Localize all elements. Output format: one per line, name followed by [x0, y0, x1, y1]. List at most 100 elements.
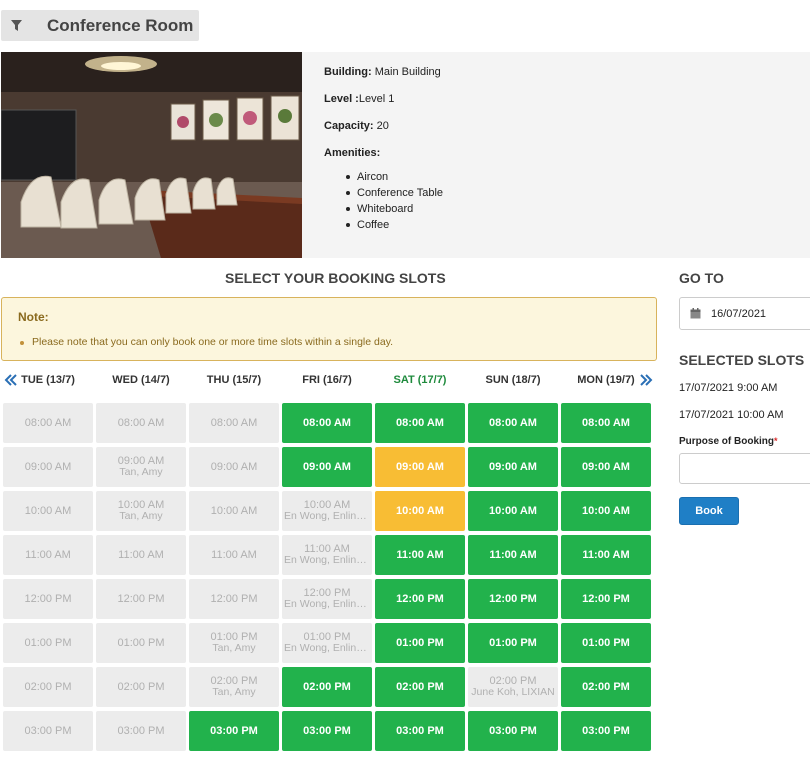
slot-time: 10:00 AM	[396, 504, 444, 517]
building-value: Main Building	[374, 66, 441, 78]
time-slot: 09:00 AM	[3, 447, 93, 487]
time-slot: 12:00 PM	[189, 579, 279, 619]
time-slot[interactable]: 03:00 PM	[561, 711, 651, 751]
slot-booked-by: En Wong, Enling...	[284, 511, 370, 522]
filter-icon[interactable]	[1, 10, 31, 41]
slot-booked-by: En Wong, Enling...	[284, 599, 370, 610]
time-slot[interactable]: 11:00 AM	[375, 535, 465, 575]
time-slot[interactable]: 03:00 PM	[282, 711, 372, 751]
slot-time: 12:00 PM	[24, 592, 72, 605]
slot-time: 09:00 AM	[303, 460, 351, 473]
time-slot[interactable]: 08:00 AM	[282, 403, 372, 443]
amenity-item: Aircon	[346, 169, 810, 185]
time-slot[interactable]: 03:00 PM	[375, 711, 465, 751]
slot-time: 08:00 AM	[24, 416, 72, 429]
time-slot[interactable]: 12:00 PM	[468, 579, 558, 619]
time-slot[interactable]: 10:00 AM	[561, 491, 651, 531]
book-button[interactable]: Book	[679, 497, 739, 525]
slot-time: 12:00 PM	[210, 592, 258, 605]
time-slot: 03:00 PM	[3, 711, 93, 751]
amenity-item: Coffee	[346, 217, 810, 233]
day-header: FRI (16/7)	[302, 374, 352, 386]
slot-time: 09:00 AM	[489, 460, 537, 473]
time-slot[interactable]: 02:00 PM	[282, 667, 372, 707]
slot-time: 02:00 PM	[303, 680, 351, 693]
slot-time: 02:00 PM	[24, 680, 72, 693]
slot-time: 10:00 AM	[24, 504, 72, 517]
time-slot: 11:00 AM En Wong, Enling...	[282, 535, 372, 575]
time-slot[interactable]: 09:00 AM	[282, 447, 372, 487]
slot-time: 08:00 AM	[489, 416, 537, 429]
day-header: TUE (13/7)	[21, 374, 75, 386]
slot-time: 09:00 AM	[24, 460, 72, 473]
slot-time: 02:00 PM	[117, 680, 165, 693]
time-slot: 02:00 PM June Koh, LIXIAN	[468, 667, 558, 707]
slot-time: 01:00 PM	[396, 636, 444, 649]
slot-time: 01:00 PM	[117, 636, 165, 649]
time-slot[interactable]: 01:00 PM	[375, 623, 465, 663]
slot-booked-by: Tan, Amy	[212, 687, 256, 698]
purpose-input[interactable]	[679, 453, 810, 484]
slot-time: 11:00 AM	[396, 548, 444, 561]
slot-time: 10:00 AM	[582, 504, 630, 517]
required-marker: *	[774, 436, 778, 446]
time-slot[interactable]: 03:00 PM	[468, 711, 558, 751]
capacity-value: 20	[376, 120, 389, 132]
slot-booked-by: Tan, Amy	[119, 467, 163, 478]
slot-booked-by: En Wong, Enling...	[284, 555, 370, 566]
purpose-label: Purpose of Booking*	[679, 436, 778, 447]
time-slot[interactable]: 08:00 AM	[375, 403, 465, 443]
slot-time: 03:00 PM	[303, 724, 351, 737]
time-slot[interactable]: 08:00 AM	[468, 403, 558, 443]
room-tab[interactable]: Conference Room	[1, 10, 199, 41]
time-slot[interactable]: 08:00 AM	[561, 403, 651, 443]
time-slot[interactable]: 09:00 AM	[375, 447, 465, 487]
level-row: Level :Level 1	[324, 93, 395, 105]
time-slot[interactable]: 02:00 PM	[561, 667, 651, 707]
time-slot: 10:00 AM Tan, Amy	[96, 491, 186, 531]
slot-time: 08:00 AM	[117, 416, 165, 429]
time-slot: 10:00 AM	[189, 491, 279, 531]
goto-date-value: 16/07/2021	[711, 307, 767, 320]
slot-time: 01:00 PM	[489, 636, 537, 649]
time-slot[interactable]: 11:00 AM	[468, 535, 558, 575]
slot-time: 03:00 PM	[582, 724, 630, 737]
slot-time: 10:00 AM	[117, 499, 165, 511]
time-slot[interactable]: 11:00 AM	[561, 535, 651, 575]
slot-time: 08:00 AM	[210, 416, 258, 429]
time-slot: 09:00 AM Tan, Amy	[96, 447, 186, 487]
time-slot: 12:00 PM	[3, 579, 93, 619]
day-header: THU (15/7)	[206, 374, 262, 386]
time-slot[interactable]: 02:00 PM	[375, 667, 465, 707]
slot-booked-by: Tan, Amy	[212, 643, 256, 654]
slot-time: 01:00 PM	[303, 631, 351, 643]
time-slot: 02:00 PM	[3, 667, 93, 707]
time-slot[interactable]: 09:00 AM	[468, 447, 558, 487]
slot-time: 10:00 AM	[210, 504, 258, 517]
slot-time: 10:00 AM	[489, 504, 537, 517]
time-slot[interactable]: 10:00 AM	[375, 491, 465, 531]
slot-time: 03:00 PM	[210, 724, 258, 737]
time-slot[interactable]: 03:00 PM	[189, 711, 279, 751]
time-slot[interactable]: 09:00 AM	[561, 447, 651, 487]
slot-time: 03:00 PM	[117, 724, 165, 737]
time-slot: 11:00 AM	[96, 535, 186, 575]
slot-time: 11:00 AM	[582, 548, 630, 561]
goto-date-input[interactable]: 16/07/2021	[679, 297, 810, 330]
time-slot[interactable]: 12:00 PM	[375, 579, 465, 619]
slot-time: 11:00 AM	[118, 548, 164, 561]
calendar-icon	[690, 308, 701, 319]
slot-time: 08:00 AM	[396, 416, 444, 429]
slot-time: 09:00 AM	[210, 460, 258, 473]
time-slot[interactable]: 10:00 AM	[468, 491, 558, 531]
time-slot[interactable]: 12:00 PM	[561, 579, 651, 619]
slot-time: 11:00 AM	[211, 548, 257, 561]
time-slot: 08:00 AM	[189, 403, 279, 443]
time-slot[interactable]: 01:00 PM	[468, 623, 558, 663]
level-value: Level 1	[358, 93, 395, 105]
selected-slot: 17/07/2021 9:00 AM	[679, 382, 778, 394]
slot-time: 12:00 PM	[396, 592, 444, 605]
time-slot[interactable]: 01:00 PM	[561, 623, 651, 663]
slot-time: 02:00 PM	[582, 680, 630, 693]
day-header: SAT (17/7)	[393, 374, 447, 386]
